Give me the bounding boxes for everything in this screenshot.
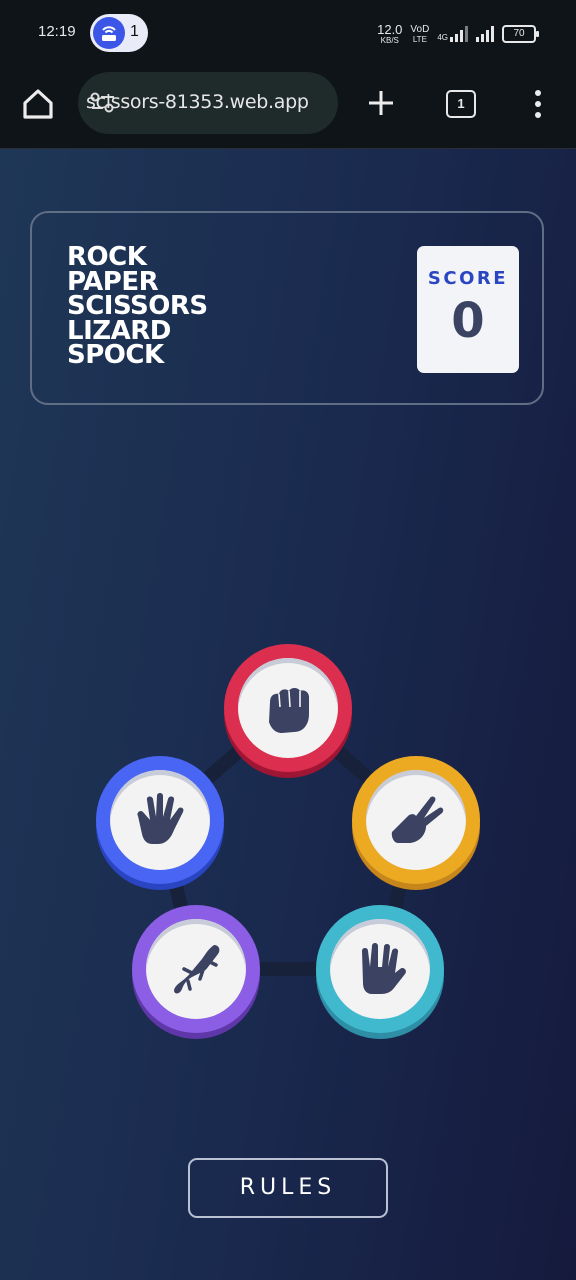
rock-fist-icon [269,688,309,733]
new-tab-icon[interactable] [366,88,396,118]
browser-toolbar: scissors-81353.web.app 1 [0,68,576,149]
hotspot-notification-pill[interactable]: 1 [90,14,148,52]
signal-strength-icon [476,26,494,42]
volte-indicator: VoD LTE [410,24,430,44]
scissors-token[interactable] [352,756,480,884]
score-label: SCORE [427,268,509,289]
game-area: ROCK PAPER SCISSORS LIZARD SPOCK SCORE 0 [0,149,576,1280]
rules-button[interactable]: RULES [188,1158,388,1218]
status-time: 12:19 [38,23,76,40]
battery-icon: 70 [502,25,539,43]
title-line-spock: SPOCK [67,340,164,370]
lizard-token[interactable] [132,905,260,1033]
status-bar: 12:19 1 12.0 KB/S VoD LTE 4G 70 [0,0,576,68]
url-text: scissors-81353.web.app [86,91,309,113]
title-line-scissors: SCISSORS [67,291,208,321]
more-options-icon[interactable] [530,88,546,120]
network-speed: 12.0 KB/S [377,21,403,45]
home-icon[interactable] [20,86,56,122]
spock-hand-icon [362,943,406,994]
title-line-rock: ROCK [67,242,147,272]
game-title-logo: ROCK PAPER SCISSORS LIZARD SPOCK [67,242,208,370]
rock-token[interactable] [224,644,352,772]
hotspot-icon [93,17,125,49]
paper-hand-icon [137,793,184,844]
address-bar[interactable]: scissors-81353.web.app [78,72,338,134]
spock-token[interactable] [316,905,444,1033]
signal-4g-icon: 4G [437,26,468,42]
tab-switcher-button[interactable]: 1 [446,90,476,118]
status-indicators: 12.0 KB/S VoD LTE 4G 70 [377,21,539,46]
score-box: SCORE 0 [417,246,519,373]
lizard-icon [174,945,220,994]
score-value: 0 [451,293,485,349]
scissors-hand-icon [391,796,444,843]
notification-count: 1 [130,23,139,40]
score-header: ROCK PAPER SCISSORS LIZARD SPOCK SCORE 0 [30,211,544,405]
paper-token[interactable] [96,756,224,884]
